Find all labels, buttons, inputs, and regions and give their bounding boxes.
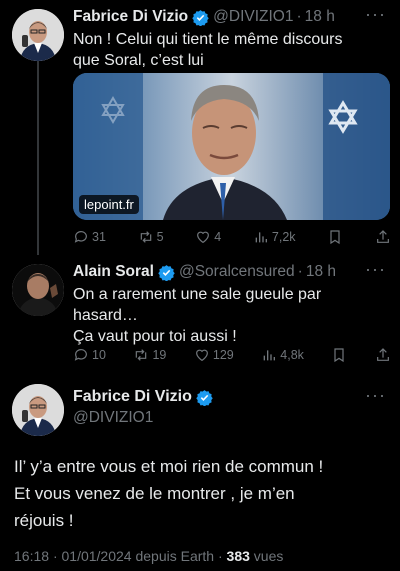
retweet-icon [140, 231, 151, 243]
tweet-date[interactable]: 01/01/2024 [62, 548, 132, 564]
tweet-time[interactable]: 18 h [305, 8, 335, 26]
separator-dot: · [52, 548, 62, 564]
like-icon [197, 231, 210, 244]
like-icon [195, 349, 208, 362]
tweet-1[interactable]: Fabrice Di Vizio @DIVIZIO1 · 18 h ··· No… [0, 0, 400, 255]
avatar[interactable] [12, 9, 64, 61]
tweet-text-line: On a rarement une sale gueule par [73, 286, 322, 303]
like-button[interactable]: 4 [195, 229, 221, 245]
share-icon [377, 348, 389, 361]
tweet-text-line: réjouis ! [14, 511, 74, 530]
tweet-time[interactable]: 16:18 [14, 548, 49, 564]
retweet-count: 5 [156, 230, 164, 244]
tweet-text-line: Ça vaut pour toi aussi ! [73, 328, 237, 345]
tweet-text: On a rarement une sale gueule par hasard… [73, 284, 383, 347]
views-icon [255, 232, 267, 243]
retweet-icon [136, 349, 147, 361]
separator-dot: · [297, 263, 303, 280]
media-source-label[interactable]: lepoint.fr [79, 195, 139, 214]
reply-icon [74, 231, 87, 243]
tweet-header: Fabrice Di Vizio [73, 388, 217, 406]
views-count: 7,2k [271, 230, 296, 244]
avatar[interactable] [12, 264, 64, 316]
author-name[interactable]: Alain Soral [73, 263, 154, 281]
tweet-source: depuis Earth [135, 548, 215, 564]
verified-badge-icon [192, 9, 209, 26]
separator-dot: · [296, 8, 302, 25]
verified-badge-icon [196, 389, 213, 406]
like-count: 129 [212, 348, 234, 362]
reply-count: 31 [92, 230, 106, 244]
more-icon[interactable]: ··· [365, 4, 386, 25]
tweet-text-line: Il’ y’a entre vous et moi rien de commun… [14, 457, 324, 476]
like-count: 4 [214, 230, 222, 244]
share-button[interactable] [375, 229, 391, 245]
bookmark-icon [330, 230, 340, 245]
tweet-text-line: Non ! Celui qui tient le même discours [73, 31, 343, 48]
author-handle[interactable]: @DIVIZIO1 [73, 409, 153, 427]
reply-count: 10 [92, 348, 106, 362]
separator-dot: · [217, 548, 227, 564]
views-button[interactable]: 4,8k [261, 347, 304, 363]
views-count: 383 [226, 548, 250, 564]
author-name[interactable]: Fabrice Di Vizio [73, 388, 192, 406]
tweet-media-image[interactable]: lepoint.fr [73, 73, 390, 220]
avatar[interactable] [12, 384, 64, 436]
reply-button[interactable]: 10 [73, 347, 106, 363]
verified-badge-icon [158, 264, 175, 281]
tweet-actions: 10 19 129 4,8k [73, 347, 391, 363]
tweet-metadata: 16:18 · 01/01/2024 depuis Earth · 383 vu… [14, 548, 283, 564]
tweet-header: Alain Soral @Soralcensured · 18 h [73, 263, 336, 281]
author-handle[interactable]: @Soralcensured [179, 263, 295, 281]
tweet-2[interactable]: Alain Soral @Soralcensured · 18 h ··· On… [0, 255, 400, 375]
reply-button[interactable]: 31 [73, 229, 106, 245]
thread-line [37, 60, 39, 255]
bookmark-button[interactable] [331, 347, 347, 363]
author-name[interactable]: Fabrice Di Vizio [73, 8, 188, 26]
more-icon[interactable]: ··· [365, 385, 386, 406]
tweet-text-line: que Soral, c’est lui [73, 52, 204, 69]
reply-icon [74, 349, 87, 361]
like-button[interactable]: 129 [194, 347, 234, 363]
retweet-button[interactable]: 5 [138, 229, 164, 245]
views-count: 4,8k [280, 348, 304, 362]
tweet-time[interactable]: 18 h [306, 263, 336, 281]
retweet-button[interactable]: 19 [133, 347, 166, 363]
retweet-count: 19 [152, 348, 167, 362]
tweet-text-line: hasard… [73, 307, 138, 324]
more-icon[interactable]: ··· [365, 259, 386, 280]
bookmark-icon [334, 348, 345, 363]
views-button[interactable]: 7,2k [253, 229, 296, 245]
author-handle[interactable]: @DIVIZIO1 [213, 8, 293, 26]
share-button[interactable] [375, 347, 391, 363]
tweet-text: Non ! Celui qui tient le même discours q… [73, 29, 383, 71]
main-tweet: Fabrice Di Vizio @DIVIZIO1 ··· Il’ y’a e… [0, 375, 400, 571]
tweet-text-line: Et vous venez de le montrer , je m’en [14, 484, 295, 503]
tweet-text: Il’ y’a entre vous et moi rien de commun… [14, 453, 386, 534]
bookmark-button[interactable] [327, 229, 343, 245]
tweet-header: Fabrice Di Vizio @DIVIZIO1 · 18 h [73, 8, 335, 26]
views-label: vues [253, 548, 284, 564]
views-icon [263, 350, 276, 361]
share-icon [377, 230, 389, 243]
tweet-actions: 31 5 4 7,2k [73, 229, 391, 245]
